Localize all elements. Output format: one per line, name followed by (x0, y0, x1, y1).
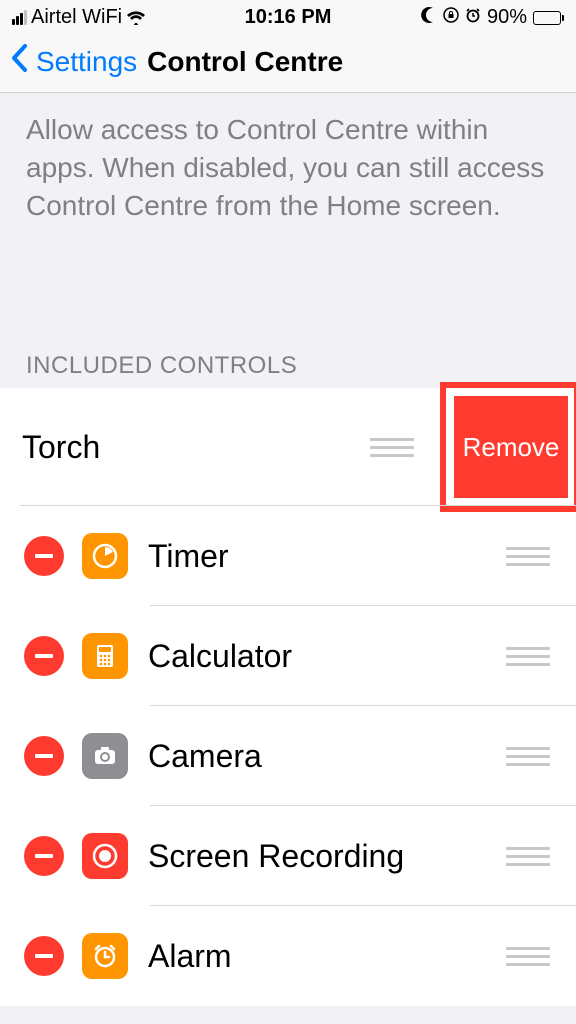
control-row-calculator[interactable]: Calculator (0, 606, 576, 706)
status-bar: Airtel WiFi 10:16 PM 90% (0, 0, 576, 33)
status-right: 90% (421, 6, 564, 29)
orientation-lock-icon (443, 6, 459, 29)
control-label: Calculator (148, 638, 506, 675)
wifi-icon (126, 10, 146, 25)
remove-button-label: Remove (463, 432, 560, 463)
status-left: Airtel WiFi (12, 6, 146, 29)
reorder-handle-icon[interactable] (506, 747, 550, 766)
remove-button-container: Remove (446, 388, 576, 506)
control-row-torch[interactable]: Torch Remove (0, 388, 576, 506)
chevron-left-icon (10, 43, 30, 80)
control-label: Alarm (148, 938, 506, 975)
reorder-handle-icon[interactable] (506, 847, 550, 866)
control-label: Camera (148, 738, 506, 775)
description-text: Allow access to Control Centre within ap… (0, 93, 576, 252)
section-header: INCLUDED CONTROLS (0, 252, 576, 388)
control-row-camera[interactable]: Camera (0, 706, 576, 806)
control-label: Timer (148, 538, 506, 575)
alarm-app-icon (82, 933, 128, 979)
back-label: Settings (36, 46, 137, 78)
control-label: Screen Recording (148, 838, 506, 875)
timer-icon (82, 533, 128, 579)
remove-button[interactable]: Remove (454, 396, 568, 498)
navigation-bar: Settings Control Centre (0, 33, 576, 93)
reorder-handle-icon[interactable] (506, 547, 550, 566)
control-label: Torch (22, 429, 370, 466)
cellular-signal-icon (12, 10, 27, 25)
do-not-disturb-icon (421, 6, 437, 29)
screen-recording-icon (82, 833, 128, 879)
reorder-handle-icon[interactable] (370, 438, 414, 457)
delete-circle-icon[interactable] (24, 936, 64, 976)
battery-icon (533, 11, 564, 25)
page-title: Control Centre (147, 46, 343, 78)
battery-percent: 90% (487, 6, 527, 29)
delete-circle-icon[interactable] (24, 836, 64, 876)
reorder-handle-icon[interactable] (506, 647, 550, 666)
delete-circle-icon[interactable] (24, 736, 64, 776)
status-time: 10:16 PM (245, 6, 332, 29)
reorder-handle-icon[interactable] (506, 947, 550, 966)
delete-circle-icon[interactable] (24, 536, 64, 576)
delete-circle-icon[interactable] (24, 636, 64, 676)
camera-icon (82, 733, 128, 779)
back-button[interactable]: Settings (10, 43, 137, 80)
alarm-icon (465, 6, 481, 29)
control-row-alarm[interactable]: Alarm (0, 906, 576, 1006)
calculator-icon (82, 633, 128, 679)
control-row-timer[interactable]: Timer (0, 506, 576, 606)
control-row-screen-recording[interactable]: Screen Recording (0, 806, 576, 906)
carrier-label: Airtel WiFi (31, 6, 122, 29)
included-controls-list: Torch Remove Timer Calcul (0, 388, 576, 1006)
